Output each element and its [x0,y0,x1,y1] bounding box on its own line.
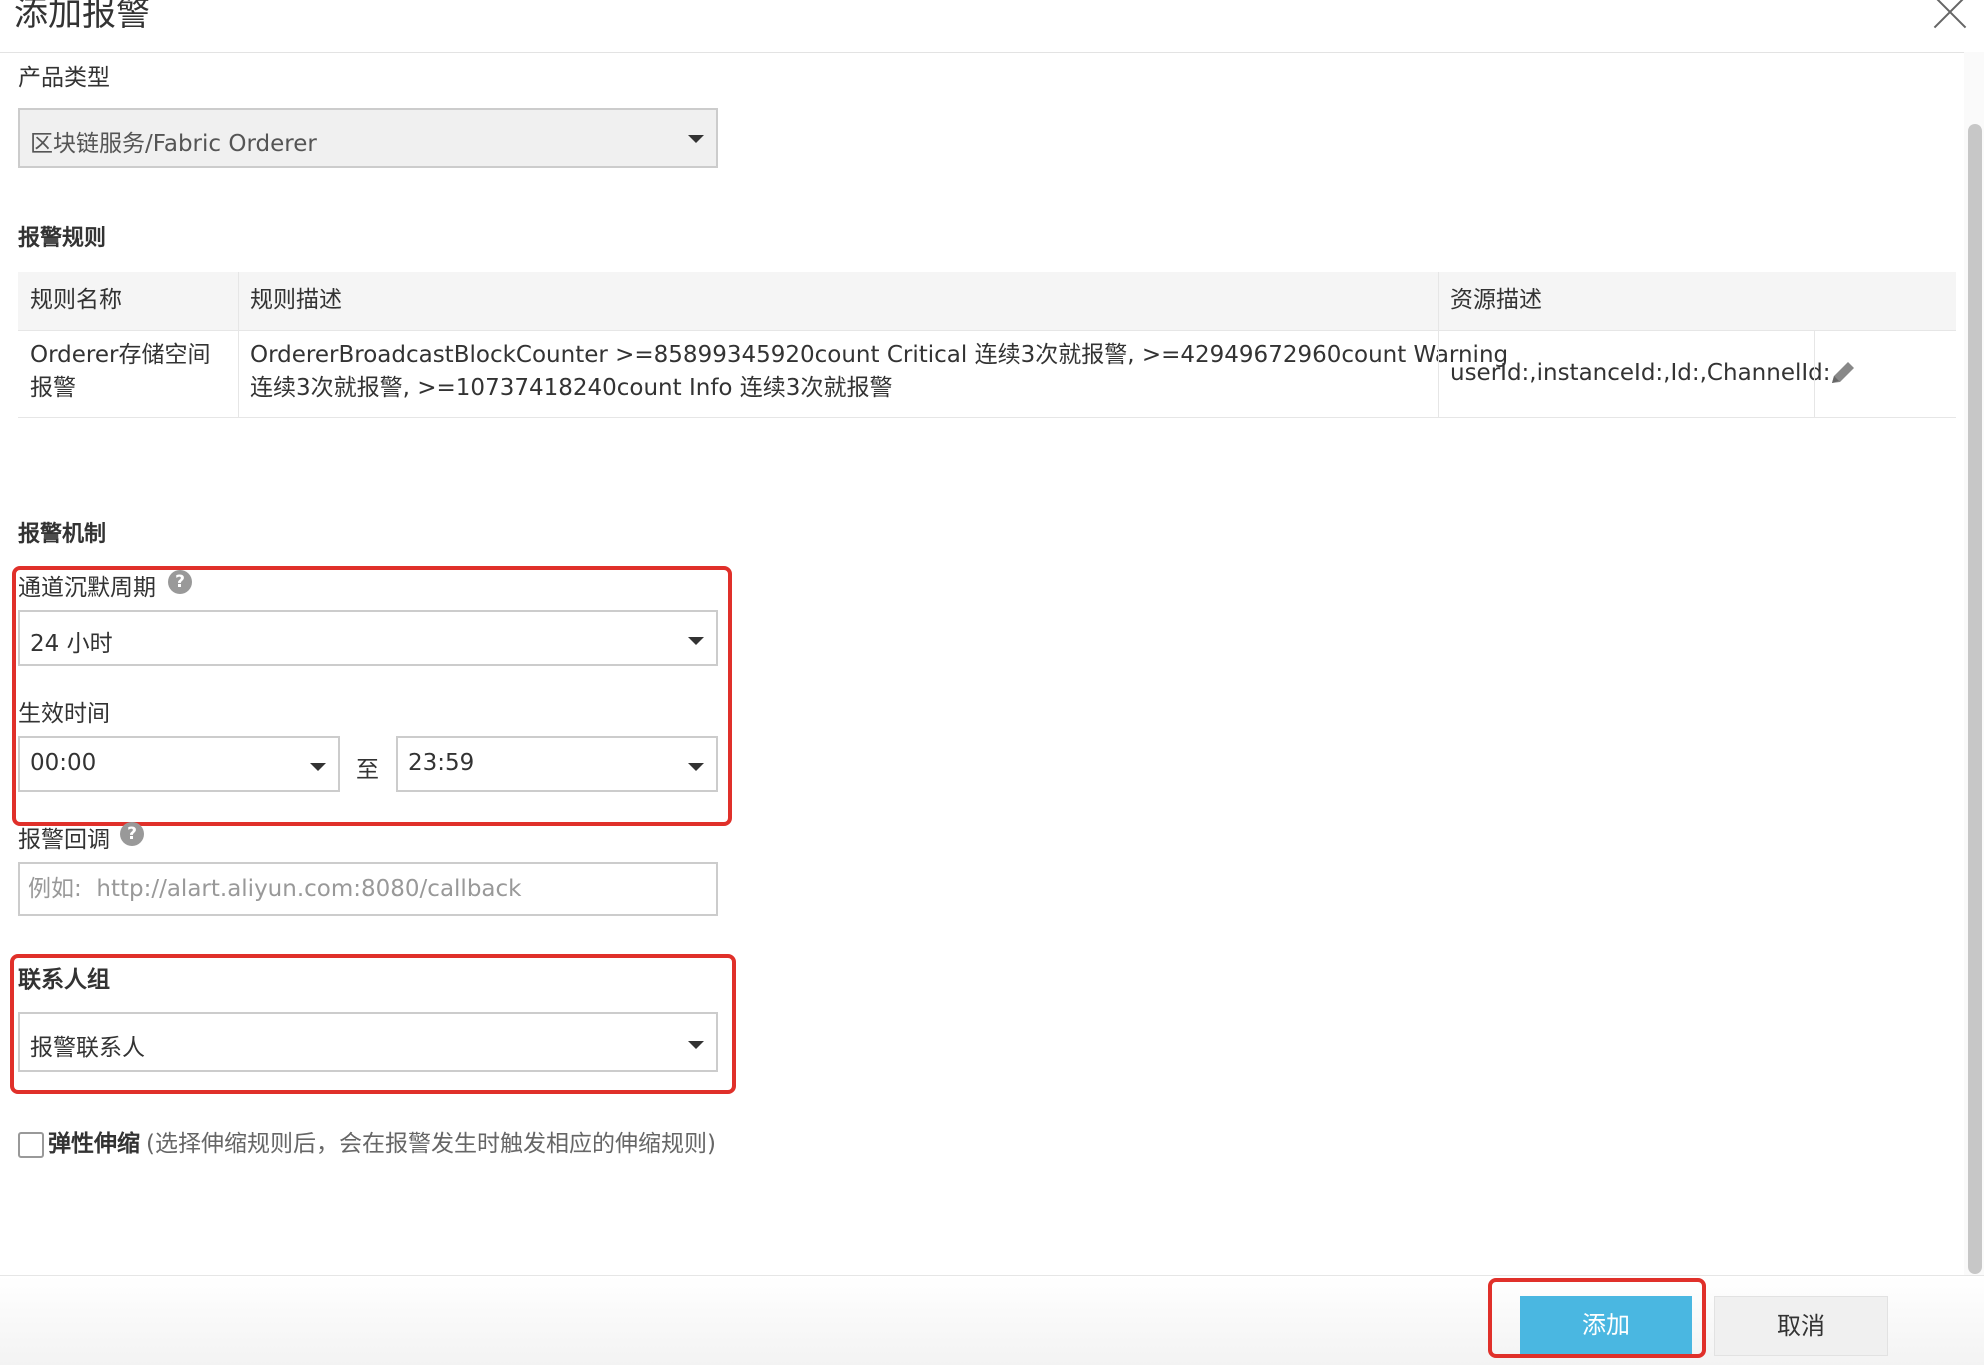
callback-label: 报警回调 [18,827,110,853]
auto-scaling-checkbox[interactable] [18,1132,44,1158]
close-icon[interactable] [1932,0,1968,30]
column-header-rule-desc: 规则描述 [250,287,342,313]
column-divider [1814,331,1815,417]
silence-period-value: 24 小时 [30,631,113,657]
auto-scaling-hint: (选择伸缩规则后，会在报警发生时触发相应的伸缩规则) [146,1131,716,1157]
rule-name-line: 报警 [30,375,76,401]
chevron-down-icon [688,763,704,771]
product-type-label: 产品类型 [18,65,110,91]
end-time-select[interactable]: 23:59 [396,736,718,792]
rule-name-cell: Orderer存储空间 报警 [30,339,210,405]
start-time-value: 00:00 [30,750,97,776]
scrollbar-thumb[interactable] [1968,124,1982,1274]
dialog-header: 添加报警 [0,0,1984,53]
column-header-resource-desc: 资源描述 [1450,287,1542,313]
callback-url-input[interactable] [18,862,718,916]
start-time-select[interactable]: 00:00 [18,736,340,792]
contact-group-select[interactable]: 报警联系人 [18,1012,718,1072]
help-icon[interactable]: ? [120,822,144,846]
column-divider [238,331,239,417]
help-icon[interactable]: ? [168,570,192,594]
table-row: Orderer存储空间 报警 OrdererBroadcastBlockCoun… [18,330,1956,418]
rule-desc-line: OrdererBroadcastBlockCounter >=858993459… [250,342,1509,368]
column-divider [1438,272,1439,330]
add-button[interactable]: 添加 [1520,1296,1692,1354]
scrollbar-track[interactable] [1964,52,1984,1275]
dialog-title: 添加报警 [14,0,150,34]
chevron-down-icon [688,637,704,645]
chevron-down-icon [310,763,326,771]
rules-section-title: 报警规则 [18,226,107,251]
dialog-footer: 添加 取消 [0,1275,1984,1365]
auto-scaling-label: 弹性伸缩 [48,1131,140,1157]
column-divider [1438,331,1439,417]
add-alarm-dialog: 添加报警 产品类型 区块链服务/Fabric Orderer 报警规则 规则名称… [0,0,1984,1365]
end-time-value: 23:59 [408,750,475,776]
product-type-select[interactable]: 区块链服务/Fabric Orderer [18,108,718,168]
column-divider [238,272,239,330]
mechanism-section-title: 报警机制 [18,522,107,547]
column-header-rule-name: 规则名称 [30,287,122,313]
rule-desc-line: 连续3次就报警, >=10737418240count Info 连续3次就报警 [250,375,893,401]
effective-time-label: 生效时间 [18,701,110,727]
pencil-edit-icon[interactable] [1826,357,1860,391]
silence-period-select[interactable]: 24 小时 [18,610,718,666]
rule-desc-cell: OrdererBroadcastBlockCounter >=858993459… [250,339,1508,405]
cancel-button[interactable]: 取消 [1714,1296,1888,1356]
chevron-down-icon [688,1041,704,1049]
rules-table-header: 规则名称 规则描述 资源描述 [18,272,1956,330]
contact-group-label: 联系人组 [18,967,110,993]
chevron-down-icon [688,135,704,143]
rule-name-line: Orderer存储空间 [30,342,211,368]
product-type-value: 区块链服务/Fabric Orderer [30,131,317,157]
resource-desc-cell: userId:,instanceId:,Id:,ChannelId: [1450,360,1831,386]
silence-period-label: 通道沉默周期 [18,575,156,601]
contact-group-value: 报警联系人 [30,1035,145,1061]
to-label: 至 [356,757,379,783]
